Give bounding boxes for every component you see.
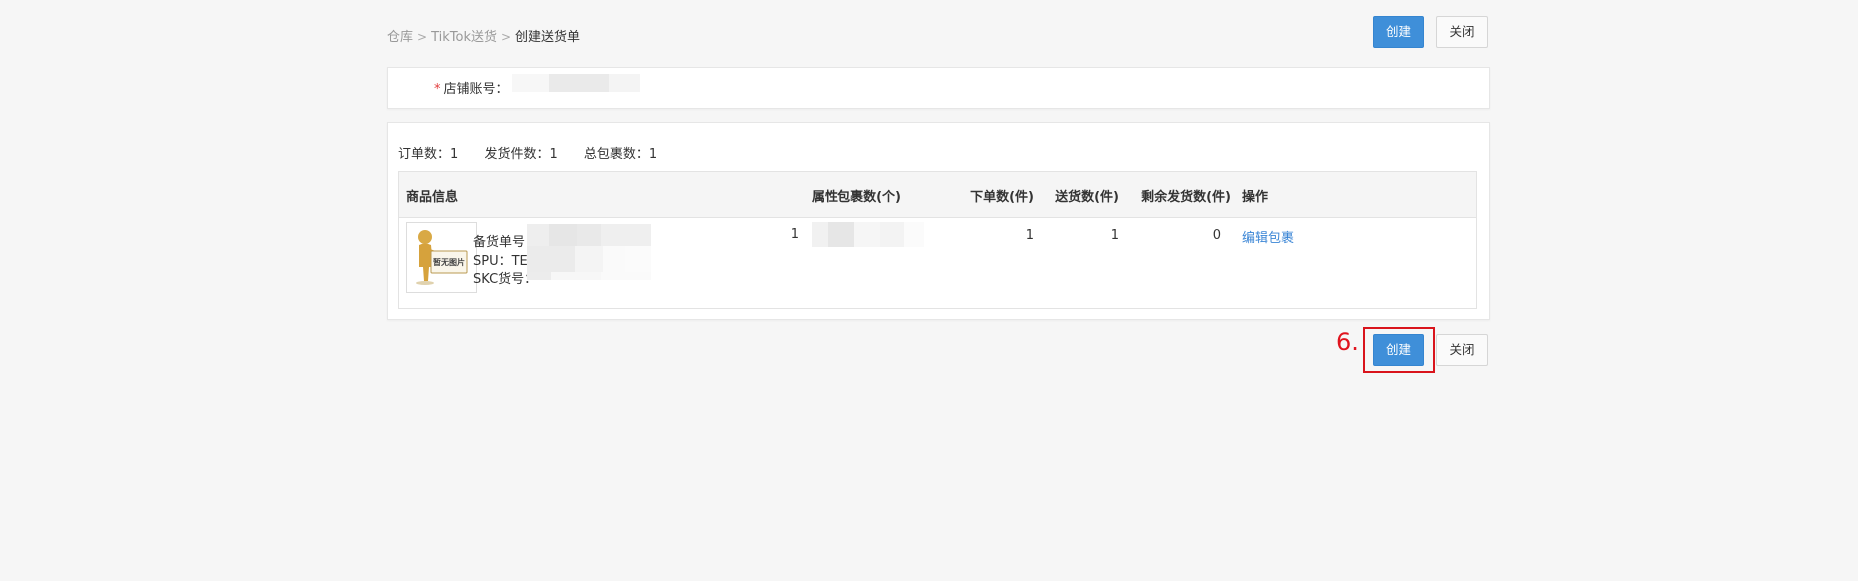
edit-package-link[interactable]: 编辑包裹: [1242, 227, 1294, 246]
attributes-redacted: [812, 222, 924, 247]
header-remaining-qty: 剩余发货数(件): [1141, 190, 1231, 205]
header-attributes: 属性: [812, 190, 839, 205]
package-count-value: 1: [648, 147, 658, 162]
store-account-panel: * 店铺账号：: [387, 67, 1490, 109]
stock-number-redacted: [527, 224, 651, 246]
order-count-stat: 订单数：1: [398, 147, 458, 162]
no-image-text: 暂无图片: [433, 257, 465, 267]
product-thumbnail[interactable]: 暂无图片: [406, 222, 477, 293]
step-annotation: 6.: [1336, 328, 1359, 356]
close-button-top[interactable]: 关闭: [1436, 16, 1488, 48]
header-actions: 操作: [1242, 190, 1269, 205]
package-count-label: 总包裹数：: [583, 147, 649, 162]
remaining-qty-cell: 0: [1212, 228, 1221, 243]
header-ordered-qty: 下单数(件): [970, 190, 1034, 205]
item-count-label: 发货件数：: [484, 147, 550, 162]
breadcrumb-separator: >: [500, 30, 512, 44]
item-count-value: 1: [549, 147, 558, 162]
shipped-qty-cell: 1: [1110, 228, 1119, 243]
required-mark: *: [434, 82, 441, 97]
close-button-bottom[interactable]: 关闭: [1436, 334, 1488, 366]
breadcrumb: 仓库 > TikTok送货 > 创建送货单: [387, 26, 580, 45]
skc-redacted: [527, 272, 651, 280]
breadcrumb-separator: >: [417, 30, 428, 44]
store-account-value-redacted[interactable]: [512, 74, 640, 92]
no-image-placeholder-icon: 暂无图片: [407, 223, 476, 292]
order-stats: 订单数：1 发货件数：1 总包裹数：1: [398, 143, 679, 162]
store-account-label: * 店铺账号：: [434, 78, 509, 97]
package-count-cell: 1: [790, 227, 799, 242]
breadcrumb-warehouse[interactable]: 仓库: [387, 30, 413, 45]
header-shipped-qty: 送货数(件): [1055, 190, 1119, 205]
package-count-stat: 总包裹数：1: [584, 147, 657, 162]
order-count-label: 订单数：: [398, 147, 451, 162]
store-account-label-text: 店铺账号：: [443, 82, 509, 97]
product-table: 商品信息 包裹数(个) 属性 下单数(件) 送货数(件) 剩余发货数(件) 操作: [398, 171, 1477, 309]
order-panel: 订单数：1 发货件数：1 总包裹数：1 商品信息 包裹数(个) 属性 下单数(件…: [387, 122, 1490, 320]
create-button-top[interactable]: 创建: [1373, 16, 1424, 48]
header-product-info: 商品信息: [406, 190, 459, 205]
breadcrumb-tiktok-delivery[interactable]: TikTok送货: [431, 30, 497, 45]
table-header: 商品信息 包裹数(个) 属性 下单数(件) 送货数(件) 剩余发货数(件) 操作: [399, 172, 1476, 218]
spu-redacted: [527, 246, 651, 272]
breadcrumb-current: 创建送货单: [515, 30, 581, 45]
top-bar: 仓库 > TikTok送货 > 创建送货单 创建 关闭: [387, 16, 1488, 50]
order-count-value: 1: [450, 147, 459, 162]
ordered-qty-cell: 1: [1025, 228, 1034, 243]
item-count-stat: 发货件数：1: [484, 147, 557, 162]
highlight-box: [1363, 327, 1435, 373]
